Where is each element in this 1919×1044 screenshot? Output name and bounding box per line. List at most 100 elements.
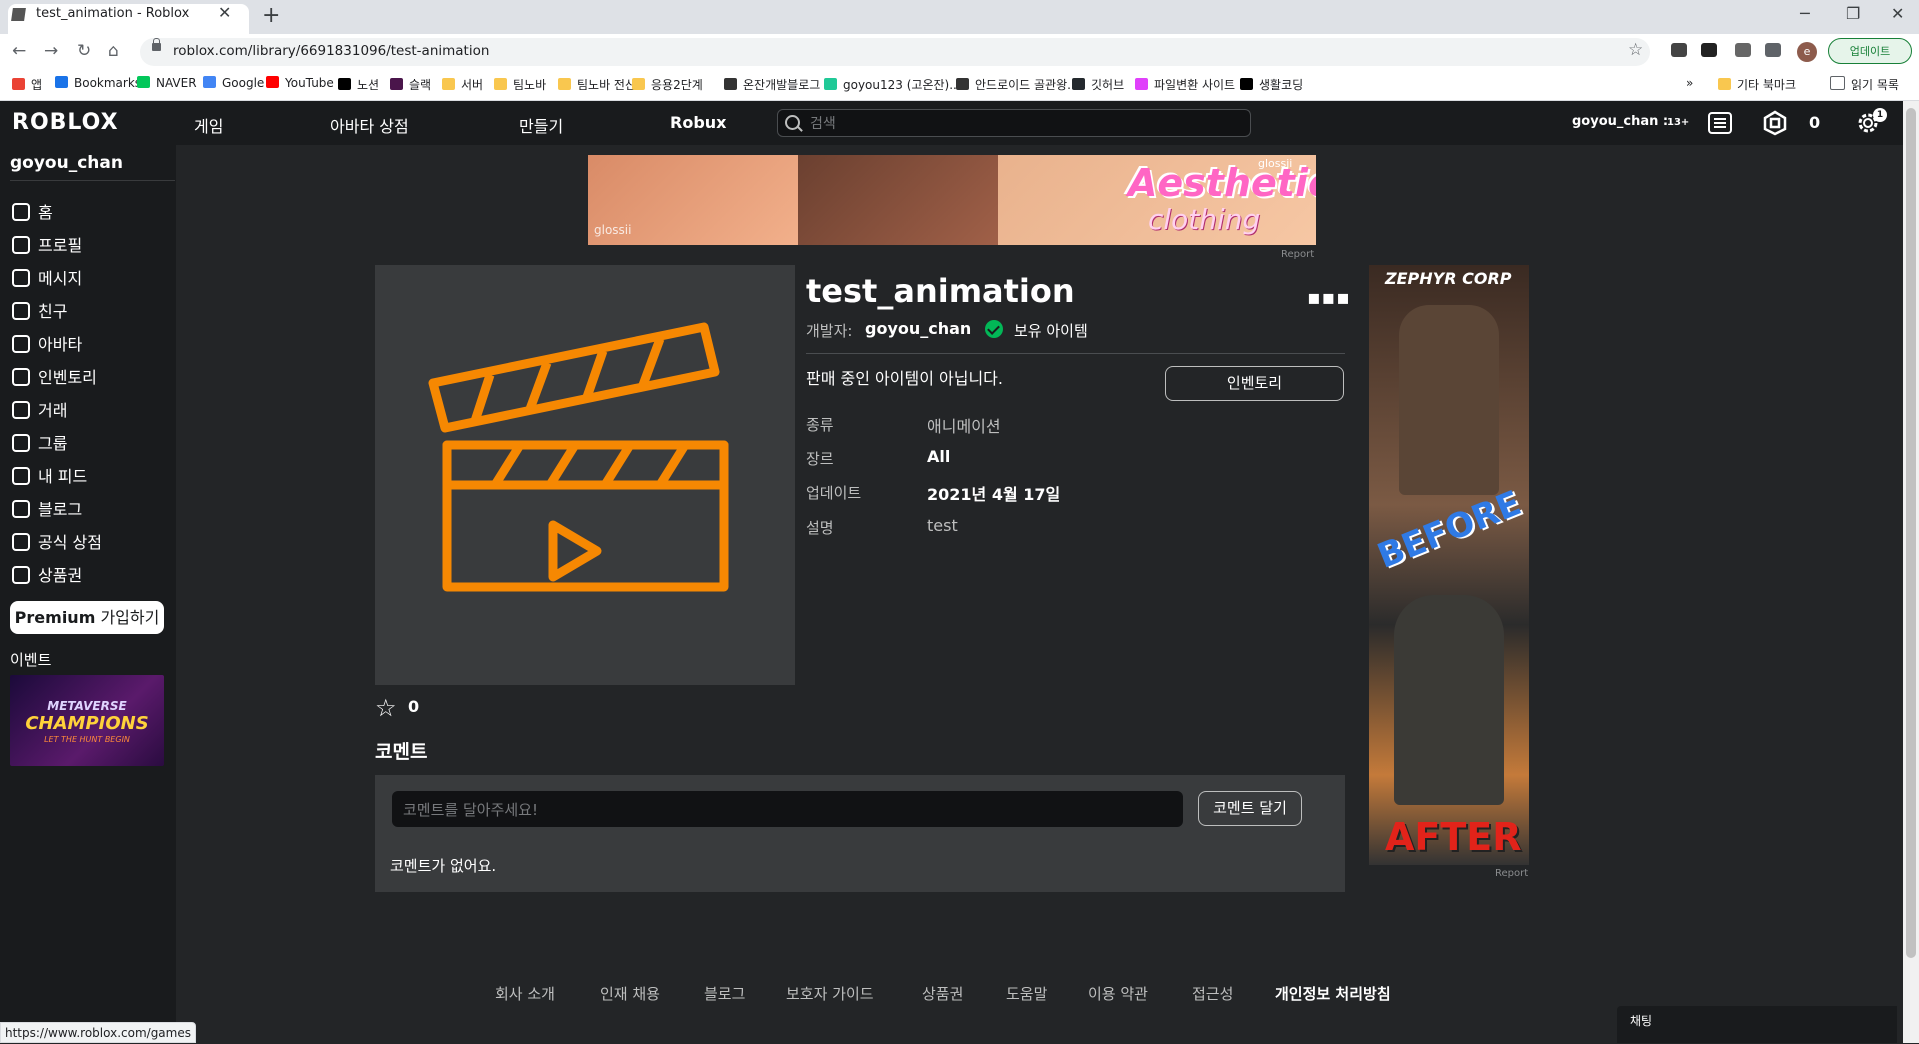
tab-strip <box>0 0 1919 34</box>
detail-value: 2021년 4월 17일 <box>927 485 1061 504</box>
favorite-star-icon[interactable]: ☆ <box>375 694 397 722</box>
new-tab-icon[interactable]: + <box>262 3 280 28</box>
profile-avatar[interactable]: e <box>1797 42 1817 62</box>
tab-close-icon[interactable]: ✕ <box>218 3 231 22</box>
bookmark-item[interactable]: goyou123 (고온잔)... <box>824 76 961 93</box>
bookmark-item[interactable]: 응용2단계 <box>632 76 703 93</box>
header-username[interactable]: goyou_chan : <box>1572 114 1668 129</box>
other-bookmarks[interactable]: 기타 북마크 <box>1718 76 1796 93</box>
bookmark-item[interactable]: 생활코딩 <box>1240 76 1303 93</box>
bookmark-item[interactable]: 앱 <box>12 76 42 93</box>
extension-1-icon[interactable] <box>1671 43 1687 57</box>
footer-link[interactable]: 회사 소개 <box>495 983 555 1004</box>
bookmarks-more-icon[interactable]: » <box>1686 76 1693 90</box>
footer-link[interactable]: 보호자 가이드 <box>786 983 874 1004</box>
bookmark-item[interactable]: 서버 <box>442 76 483 93</box>
sidebar-item[interactable]: 아바타 <box>12 331 82 355</box>
sidebar-item[interactable]: 공식 상점 <box>12 529 102 553</box>
premium-suffix: 가입하기 <box>95 608 160 627</box>
sidebar-item[interactable]: 그룹 <box>12 430 67 454</box>
bookmark-item[interactable]: 파일변환 사이트 <box>1135 76 1235 93</box>
footer-link[interactable]: 블로그 <box>704 983 745 1004</box>
robux-balance[interactable]: 0 <box>1809 113 1820 132</box>
bookmark-favicon-icon <box>632 78 645 90</box>
bookmark-favicon-icon <box>494 78 507 90</box>
top-banner-ad[interactable]: Aesthetic clothing glossii glossii <box>588 155 1316 245</box>
back-icon[interactable]: ← <box>12 41 26 61</box>
event-banner[interactable]: METAVERSE CHAMPIONS LET THE HUNT BEGIN <box>10 675 164 766</box>
creator-link[interactable]: goyou_chan <box>865 319 971 338</box>
inventory-button[interactable]: 인벤토리 <box>1165 366 1344 401</box>
bookmark-favicon-icon <box>338 78 351 90</box>
roblox-logo[interactable]: ROBLOX <box>12 110 119 135</box>
bookmark-item[interactable]: 안드로이드 골관왕... <box>956 76 1079 93</box>
maximize-icon[interactable]: ❐ <box>1846 4 1860 23</box>
bookmark-item[interactable]: 노션 <box>338 76 379 93</box>
window-close-icon[interactable]: ✕ <box>1891 4 1904 23</box>
footer-link[interactable]: 개인정보 처리방침 <box>1275 983 1391 1004</box>
nav-games[interactable]: 게임 <box>194 113 223 137</box>
sidebar-item[interactable]: 블로그 <box>12 496 82 520</box>
sidebar-item[interactable]: 메시지 <box>12 265 82 289</box>
detail-label: 업데이트 <box>806 484 862 502</box>
post-comment-button[interactable]: 코멘트 달기 <box>1198 791 1302 826</box>
footer-link[interactable]: 접근성 <box>1192 983 1233 1004</box>
footer-link[interactable]: 상품권 <box>922 983 963 1004</box>
sidebar-divider <box>10 180 175 181</box>
bookmark-favicon-icon <box>724 78 737 90</box>
robux-icon[interactable] <box>1762 110 1788 136</box>
footer-link[interactable]: 인재 채용 <box>600 983 660 1004</box>
side-ad-report-link[interactable]: Report <box>1495 868 1528 879</box>
forward-icon[interactable]: → <box>44 41 58 61</box>
bookmark-item[interactable]: 깃허브 <box>1072 76 1124 93</box>
sidebar-item-label: 블로그 <box>38 500 83 519</box>
chat-bar[interactable] <box>1617 1006 1897 1043</box>
update-button[interactable]: 업데이트 <box>1828 38 1912 64</box>
bookmark-item[interactable]: Google <box>203 76 264 90</box>
side-skyscraper-ad[interactable]: ZEPHYR CORP BEFORE AFTER <box>1369 265 1529 865</box>
footer-link[interactable]: 이용 약관 <box>1088 983 1148 1004</box>
bookmark-item[interactable]: NAVER <box>137 76 197 90</box>
nav-avatar-shop[interactable]: 아바타 상점 <box>330 113 409 137</box>
side-ad-before: BEFORE <box>1371 483 1527 577</box>
nav-robux[interactable]: Robux <box>670 113 726 132</box>
bookmark-star-icon[interactable]: ☆ <box>1628 40 1643 60</box>
url-text[interactable]: roblox.com/library/6691831096/test-anima… <box>173 43 489 59</box>
blog-icon <box>12 500 30 518</box>
bookmark-item[interactable]: 온잔개발블로그 <box>724 76 820 93</box>
sidebar-item[interactable]: 친구 <box>12 298 67 322</box>
footer-link[interactable]: 도움말 <box>1006 983 1047 1004</box>
sidebar-item[interactable]: 거래 <box>12 397 67 421</box>
reading-list[interactable]: 읽기 목록 <box>1830 76 1899 93</box>
extension-3-icon[interactable] <box>1735 43 1751 57</box>
lock-icon[interactable] <box>152 38 161 51</box>
notifications-icon[interactable] <box>1708 112 1732 134</box>
more-options-icon[interactable]: ▪▪▪ <box>1307 285 1351 309</box>
scrollbar-thumb[interactable] <box>1906 108 1916 958</box>
extensions-puzzle-icon[interactable] <box>1765 43 1781 57</box>
sidebar-username[interactable]: goyou_chan <box>10 153 123 173</box>
sidebar-item[interactable]: 프로필 <box>12 232 82 256</box>
nav-create[interactable]: 만들기 <box>519 113 563 137</box>
minimize-icon[interactable]: ─ <box>1800 4 1810 23</box>
top-ad-report-link[interactable]: Report <box>1281 249 1314 260</box>
reload-icon[interactable]: ↻ <box>77 41 91 61</box>
search-input[interactable] <box>777 109 1251 137</box>
comments-title: 코멘트 <box>375 741 428 763</box>
bookmark-item[interactable]: 팀노바 전산 <box>558 76 636 93</box>
sidebar-item[interactable]: 상품권 <box>12 562 82 586</box>
sidebar-item[interactable]: 홈 <box>12 199 53 223</box>
bookmark-item[interactable]: YouTube <box>266 76 334 90</box>
extension-2-icon[interactable] <box>1701 43 1717 57</box>
bookmark-favicon-icon <box>203 76 216 88</box>
sidebar-item[interactable]: 인벤토리 <box>12 364 97 388</box>
sidebar-item[interactable]: 내 피드 <box>12 463 87 487</box>
inventory-icon <box>12 368 30 386</box>
bookmark-item[interactable]: Bookmarks <box>55 76 141 90</box>
search-placeholder: 검색 <box>810 116 836 132</box>
home-browser-icon[interactable]: ⌂ <box>108 41 119 61</box>
bookmark-item[interactable]: 팀노바 <box>494 76 546 93</box>
bookmark-item[interactable]: 슬랙 <box>390 76 431 93</box>
premium-join-button[interactable]: Premium 가입하기 <box>10 601 164 634</box>
side-ad-character-2 <box>1394 595 1504 805</box>
